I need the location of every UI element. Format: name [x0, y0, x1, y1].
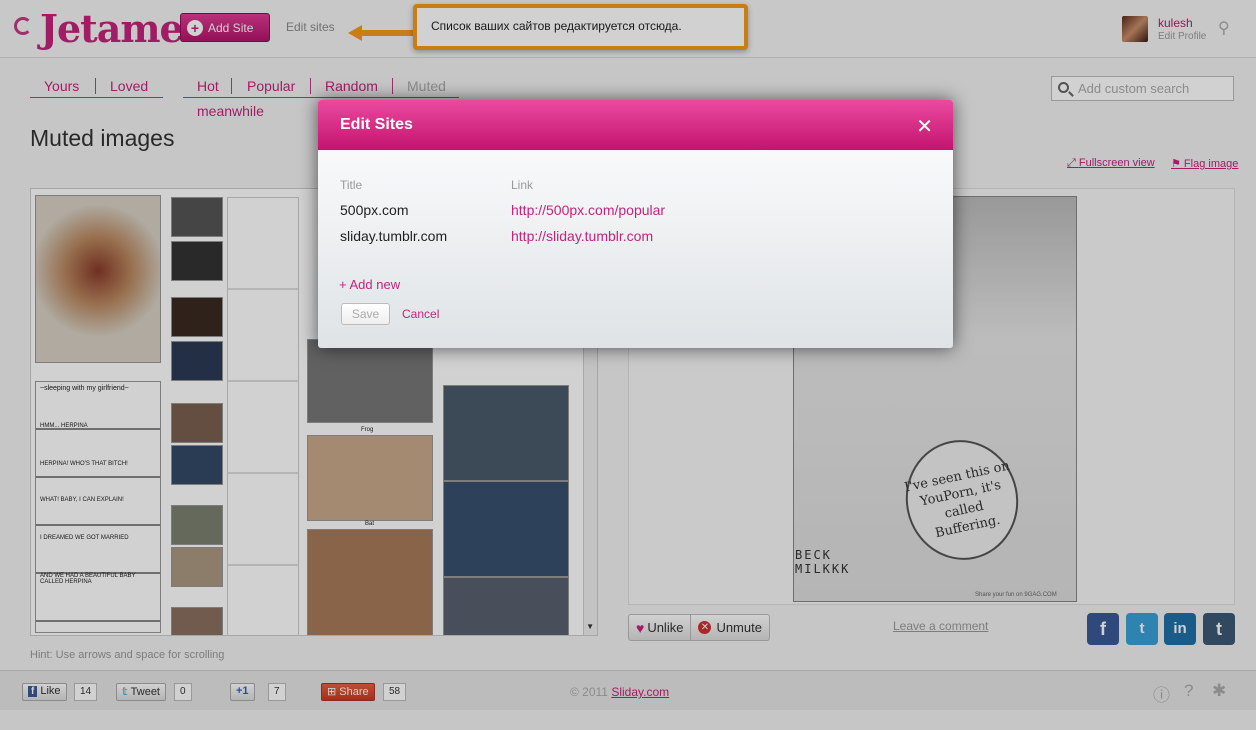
- modal-header: Edit Sites ✕: [318, 100, 953, 150]
- site-link-field[interactable]: http://sliday.tumblr.com: [511, 228, 653, 244]
- site-link-field[interactable]: http://500px.com/popular: [511, 202, 665, 218]
- cancel-link[interactable]: Cancel: [402, 307, 439, 321]
- close-icon[interactable]: ✕: [916, 114, 933, 139]
- site-title-field[interactable]: sliday.tumblr.com: [340, 228, 447, 244]
- modal-title: Edit Sites: [340, 116, 413, 133]
- add-new-site-link[interactable]: + Add new: [339, 277, 400, 292]
- edit-sites-modal: Edit Sites ✕ Title Link 500px.com http:/…: [318, 100, 953, 348]
- title-column-header: Title: [340, 178, 363, 192]
- site-title-field[interactable]: 500px.com: [340, 202, 408, 218]
- save-button[interactable]: Save: [341, 303, 390, 325]
- link-column-header: Link: [511, 178, 534, 192]
